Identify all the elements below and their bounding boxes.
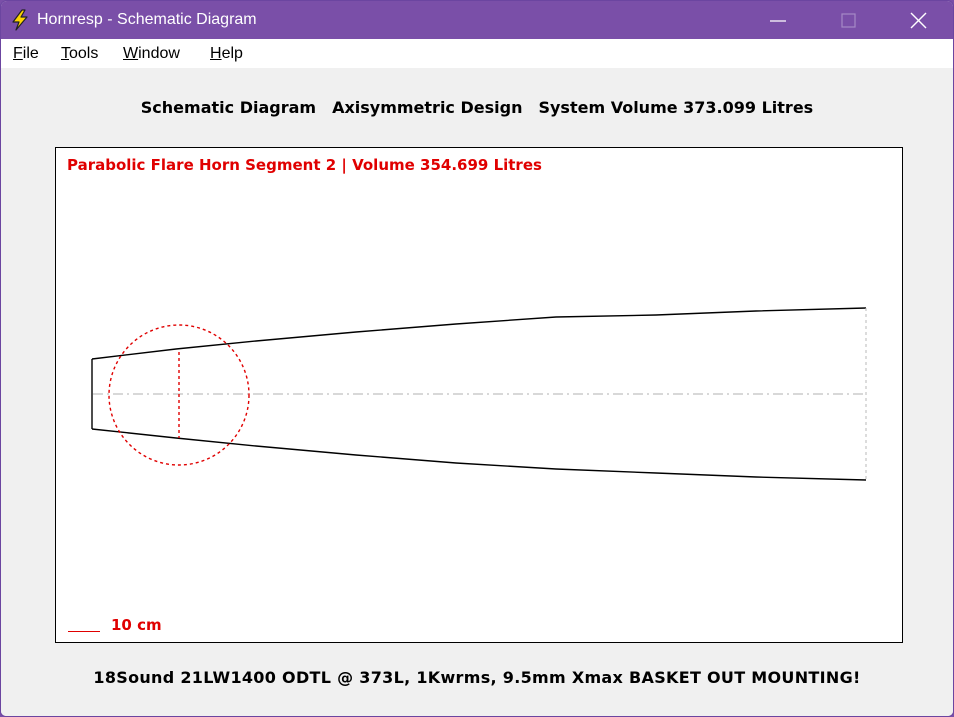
- menu-window-accel: W: [123, 45, 139, 62]
- schematic-canvas[interactable]: Parabolic Flare Horn Segment 2 | Volume …: [55, 147, 903, 643]
- close-button[interactable]: [889, 1, 947, 39]
- diagram-header: Schematic Diagram Axisymmetric Design Syst…: [1, 98, 953, 117]
- menu-tools[interactable]: Tools: [61, 44, 98, 64]
- app-window: Hornresp - Schematic Diagram File Tools …: [0, 0, 954, 717]
- header-title: Schematic Diagram: [140, 98, 317, 117]
- header-design-type: Axisymmetric Design: [332, 98, 523, 117]
- lightning-bolt-icon: [9, 9, 31, 31]
- menu-window-label: indow: [138, 45, 180, 62]
- scale-bar: [68, 631, 100, 632]
- menu-file[interactable]: File: [13, 44, 39, 64]
- horn-lower-wall: [91, 428, 867, 481]
- maximize-icon: [841, 13, 856, 28]
- minimize-icon: [770, 20, 786, 22]
- maximize-button[interactable]: [819, 1, 877, 39]
- client-area: Schematic Diagram Axisymmetric Design Syst…: [1, 68, 953, 716]
- minimize-button[interactable]: [749, 1, 807, 39]
- title-bar[interactable]: Hornresp - Schematic Diagram: [1, 1, 953, 39]
- scale-label: 10 cm: [111, 616, 162, 634]
- menu-file-label: ile: [22, 45, 39, 62]
- horn-upper-wall: [91, 307, 867, 360]
- menu-help[interactable]: Help: [210, 44, 243, 64]
- segment-label: Parabolic Flare Horn Segment 2 | Volume …: [67, 156, 542, 174]
- menu-tools-label: ools: [69, 45, 99, 62]
- menu-help-accel: H: [210, 45, 222, 62]
- window-title: Hornresp - Schematic Diagram: [37, 11, 257, 28]
- close-icon: [910, 12, 927, 29]
- menu-bar: File Tools Window Help: [1, 39, 953, 68]
- menu-tools-accel: T: [61, 45, 69, 62]
- menu-help-label: elp: [221, 45, 243, 62]
- horn-schematic: [91, 307, 867, 481]
- header-system-volume: System Volume 373.099 Litres: [538, 98, 814, 117]
- design-notes: 18Sound 21LW1400 ODTL @ 373L, 1Kwrms, 9.…: [93, 668, 861, 687]
- menu-file-accel: F: [13, 45, 23, 62]
- menu-window[interactable]: Window: [123, 44, 180, 64]
